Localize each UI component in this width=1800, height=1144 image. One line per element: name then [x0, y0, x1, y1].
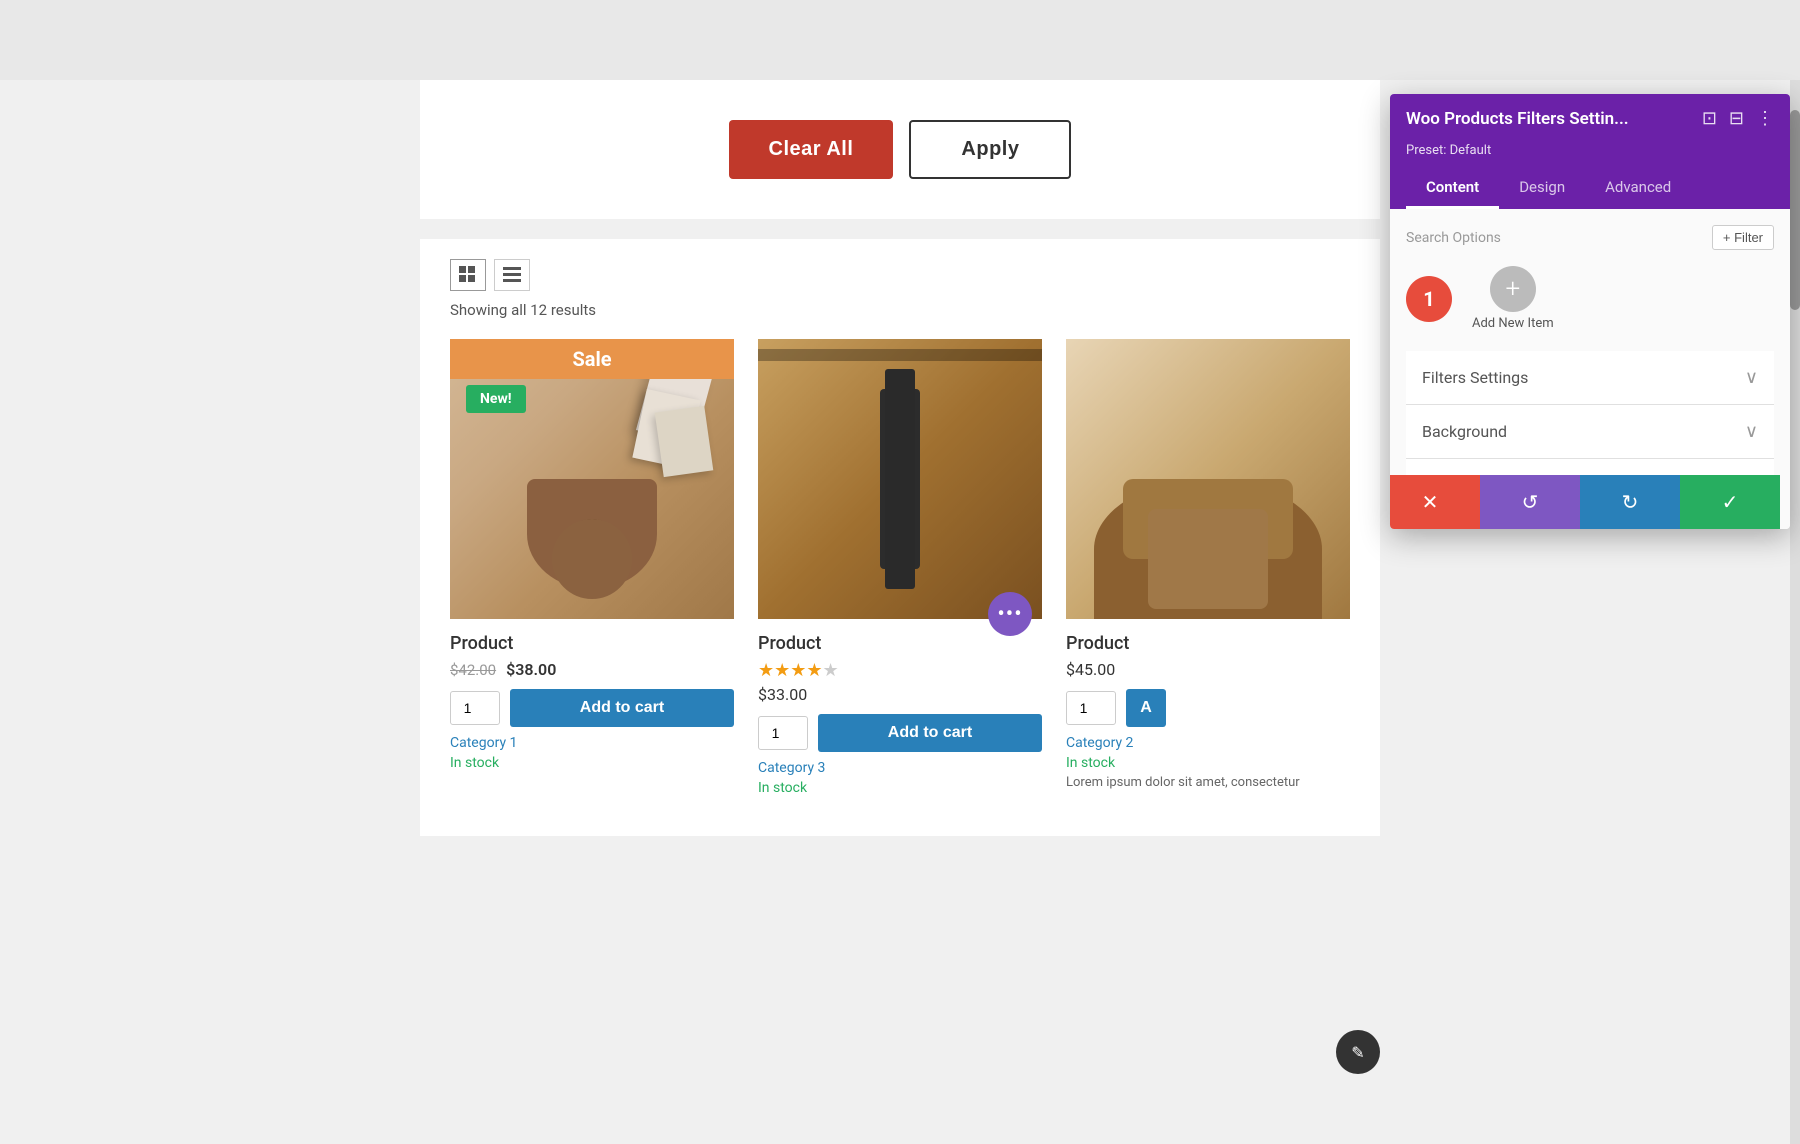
product-info-1: Product $42.00 $38.00 Add to cart Catego… — [450, 619, 734, 771]
panel-preset[interactable]: Preset: Default — [1406, 143, 1774, 158]
bottom-toolbar: ✕ ↺ ↻ ✓ — [1390, 475, 1780, 529]
filter-buttons-area: Clear All Apply — [420, 80, 1380, 219]
product-category-1[interactable]: Category 1 — [450, 735, 734, 751]
apply-button[interactable]: Apply — [909, 120, 1071, 179]
panel-title-row: Woo Products Filters Settin... ⊡ ⊟ ⋮ — [1406, 108, 1774, 129]
settings-panel: Woo Products Filters Settin... ⊡ ⊟ ⋮ Pre… — [1390, 94, 1790, 529]
dark-circle-button[interactable]: ✎ — [1336, 1030, 1380, 1074]
product-image-1: Sale New! — [450, 339, 734, 619]
tab-content[interactable]: Content — [1406, 168, 1499, 209]
view-controls — [450, 259, 1350, 291]
pencil-icon: ✎ — [1351, 1043, 1364, 1062]
product-price-3: $45.00 — [1066, 660, 1350, 679]
qty-input-3[interactable] — [1066, 691, 1116, 725]
add-to-cart-button-1[interactable]: Add to cart — [510, 689, 734, 727]
new-badge-1: New! — [466, 385, 526, 413]
product-info-3: Product $45.00 A Category 2 In stock Lor… — [1066, 619, 1350, 790]
product-stock-1: In stock — [450, 755, 734, 771]
product-stock-3: In stock — [1066, 755, 1350, 771]
product-category-2[interactable]: Category 3 — [758, 760, 1042, 776]
cancel-icon: ✕ — [1422, 490, 1439, 514]
filter-button[interactable]: + Filter — [1712, 225, 1774, 250]
add-new-item-wrapper: + Add New Item — [1472, 266, 1554, 331]
panel-tabs: Content Design Advanced — [1406, 168, 1774, 209]
panel-header: Woo Products Filters Settin... ⊡ ⊟ ⋮ Pre… — [1390, 94, 1790, 209]
sale-banner: Sale — [450, 339, 734, 379]
float-menu-button[interactable]: ••• — [988, 592, 1032, 636]
item-badge-1[interactable]: 1 — [1406, 276, 1452, 322]
product-name-3: Product — [1066, 633, 1350, 654]
product-name-1: Product — [450, 633, 734, 654]
product-info-2: Product ★★★★★ $33.00 Add to cart Categor… — [758, 619, 1042, 796]
accordion-filters-settings: Filters Settings ∨ — [1406, 351, 1774, 405]
undo-button[interactable]: ↺ — [1480, 475, 1580, 529]
clear-all-button[interactable]: Clear All — [729, 120, 894, 179]
cancel-button[interactable]: ✕ — [1390, 475, 1480, 529]
product-stock-2: In stock — [758, 780, 1042, 796]
undo-icon: ↺ — [1522, 490, 1539, 514]
tab-advanced[interactable]: Advanced — [1585, 168, 1691, 209]
panel-header-icons: ⊡ ⊟ ⋮ — [1702, 108, 1774, 129]
qty-input-1[interactable] — [450, 691, 500, 725]
add-new-item-label: Add New Item — [1472, 316, 1554, 331]
grid-view-button[interactable] — [450, 259, 486, 291]
accordion-background: Background ∨ — [1406, 405, 1774, 459]
accordion-filters-settings-title: Filters Settings — [1422, 368, 1528, 387]
search-options-row: Search Options + Filter — [1406, 225, 1774, 250]
price-regular-3: $45.00 — [1066, 660, 1115, 679]
list-view-button[interactable] — [494, 259, 530, 291]
scrollbar-thumb[interactable] — [1790, 110, 1800, 310]
add-to-cart-button-2[interactable]: Add to cart — [818, 714, 1042, 752]
product-name-2: Product — [758, 633, 1042, 654]
panel-title: Woo Products Filters Settin... — [1406, 109, 1629, 129]
chevron-down-icon-background: ∨ — [1745, 421, 1758, 442]
grid-icon — [459, 266, 477, 284]
product-stars-2: ★★★★★ — [758, 660, 1042, 681]
add-to-cart-row-3: A — [1066, 689, 1350, 727]
save-button[interactable]: ✓ — [1680, 475, 1780, 529]
chevron-down-icon-filters: ∨ — [1745, 367, 1758, 388]
accordion-background-title: Background — [1422, 422, 1507, 441]
items-row: 1 + Add New Item — [1406, 266, 1774, 331]
add-to-cart-row-1: Add to cart — [450, 689, 734, 727]
panel-more-icon[interactable]: ⋮ — [1756, 108, 1774, 129]
showing-results: Showing all 12 results — [450, 301, 1350, 319]
main-content: Clear All Apply Showing all 12 — [0, 80, 1800, 1144]
product-image-3: New! — [1066, 339, 1350, 619]
float-menu-dots-icon: ••• — [997, 602, 1022, 627]
product-category-3[interactable]: Category 2 — [1066, 735, 1350, 751]
save-icon: ✓ — [1722, 490, 1739, 514]
add-new-item-button[interactable]: + — [1490, 266, 1536, 312]
accordion-filters-settings-header[interactable]: Filters Settings ∨ — [1406, 351, 1774, 404]
search-options-label: Search Options — [1406, 230, 1501, 246]
accordion-background-header[interactable]: Background ∨ — [1406, 405, 1774, 458]
scrollbar-track[interactable] — [1790, 80, 1800, 1144]
products-grid: Sale New! Product $42.00 $38.00 — [450, 339, 1350, 796]
product-price-1: $42.00 $38.00 — [450, 660, 734, 679]
redo-button[interactable]: ↻ — [1580, 475, 1680, 529]
add-to-cart-button-3[interactable]: A — [1126, 689, 1166, 727]
price-original-1: $42.00 — [450, 661, 496, 679]
product-desc-3: Lorem ipsum dolor sit amet, consectetur — [1066, 775, 1350, 790]
add-to-cart-row-2: Add to cart — [758, 714, 1042, 752]
price-sale-1: $38.00 — [506, 660, 556, 679]
list-icon — [503, 266, 521, 284]
qty-input-2[interactable] — [758, 716, 808, 750]
panel-resize-icon[interactable]: ⊡ — [1702, 108, 1717, 129]
tab-design[interactable]: Design — [1499, 168, 1585, 209]
redo-icon: ↻ — [1622, 490, 1639, 514]
panel-columns-icon[interactable]: ⊟ — [1729, 108, 1744, 129]
product-card-2: New! Product ★★★★★ $33.00 Add to cart — [758, 339, 1042, 796]
product-image-2: New! — [758, 339, 1042, 619]
products-area: Showing all 12 results Sale New! Product… — [420, 239, 1380, 836]
price-regular-2: $33.00 — [758, 685, 807, 704]
product-price-2: $33.00 — [758, 685, 1042, 704]
product-card-3: New! Product $45.00 A Category 2 — [1066, 339, 1350, 796]
product-card: Sale New! Product $42.00 $38.00 — [450, 339, 734, 796]
